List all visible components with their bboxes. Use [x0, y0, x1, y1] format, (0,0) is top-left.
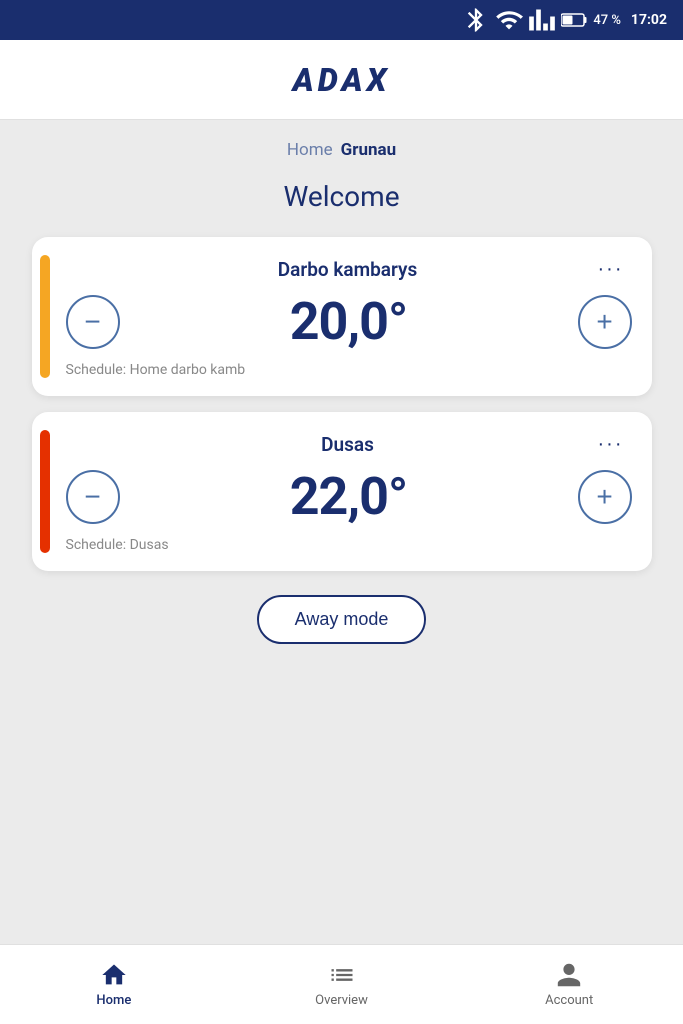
card-accent-darbo: [40, 255, 50, 378]
signal-icon: [528, 6, 556, 34]
bottom-nav: Home Overview Account: [0, 944, 683, 1024]
card-header-dusas: Dusas ···: [66, 430, 632, 458]
app-header: ADAX: [0, 40, 683, 120]
temp-controls-dusas: − 22,0° +: [66, 466, 632, 527]
nav-item-overview[interactable]: Overview: [228, 953, 456, 1016]
account-nav-icon: [555, 961, 583, 989]
nav-item-home[interactable]: Home: [0, 953, 228, 1016]
card-accent-dusas: [40, 430, 50, 553]
plus-icon-dusas: +: [596, 483, 612, 511]
battery-percentage: 47 %: [593, 13, 621, 28]
bluetooth-icon: [462, 6, 490, 34]
app-logo: ADAX: [293, 61, 391, 99]
decrease-temp-dusas[interactable]: −: [66, 470, 120, 524]
more-options-dusas[interactable]: ···: [590, 430, 632, 458]
device-card-dusas: Dusas ··· − 22,0° + Schedule: Dusas: [32, 412, 652, 571]
schedule-darbo: Schedule: Home darbo kamb: [66, 362, 632, 378]
nav-item-account[interactable]: Account: [455, 953, 683, 1016]
status-bar: 47 % 17:02: [0, 0, 683, 40]
temperature-dusas: 22,0°: [290, 466, 408, 527]
overview-nav-icon: [328, 961, 356, 989]
breadcrumb-current[interactable]: Grunau: [341, 140, 396, 160]
status-time: 17:02: [631, 12, 667, 28]
away-mode-button[interactable]: Away mode: [257, 595, 427, 644]
wifi-icon: [495, 6, 523, 34]
device-name-dusas: Dusas: [106, 433, 590, 456]
breadcrumb: Home Grunau: [287, 140, 396, 160]
nav-label-account: Account: [545, 993, 593, 1008]
device-card-darbo: Darbo kambarys ··· − 20,0° + Schedule: H…: [32, 237, 652, 396]
device-name-darbo: Darbo kambarys: [106, 258, 590, 281]
decrease-temp-darbo[interactable]: −: [66, 295, 120, 349]
minus-icon-dusas: −: [84, 483, 100, 511]
increase-temp-darbo[interactable]: +: [578, 295, 632, 349]
temperature-darbo: 20,0°: [290, 291, 408, 352]
welcome-title: Welcome: [283, 180, 399, 213]
home-nav-icon: [100, 961, 128, 989]
breadcrumb-home[interactable]: Home: [287, 140, 333, 160]
nav-label-home: Home: [96, 993, 131, 1008]
more-options-darbo[interactable]: ···: [590, 255, 632, 283]
card-header-darbo: Darbo kambarys ···: [66, 255, 632, 283]
nav-label-overview: Overview: [315, 993, 368, 1008]
card-body-darbo: Darbo kambarys ··· − 20,0° + Schedule: H…: [66, 255, 632, 378]
schedule-dusas: Schedule: Dusas: [66, 537, 632, 553]
card-body-dusas: Dusas ··· − 22,0° + Schedule: Dusas: [66, 430, 632, 553]
status-icons: [462, 6, 587, 34]
minus-icon: −: [84, 308, 100, 336]
plus-icon: +: [596, 308, 612, 336]
increase-temp-dusas[interactable]: +: [578, 470, 632, 524]
temp-controls-darbo: − 20,0° +: [66, 291, 632, 352]
battery-icon: [561, 13, 587, 27]
main-content: Home Grunau Welcome Darbo kambarys ··· −…: [0, 120, 683, 944]
